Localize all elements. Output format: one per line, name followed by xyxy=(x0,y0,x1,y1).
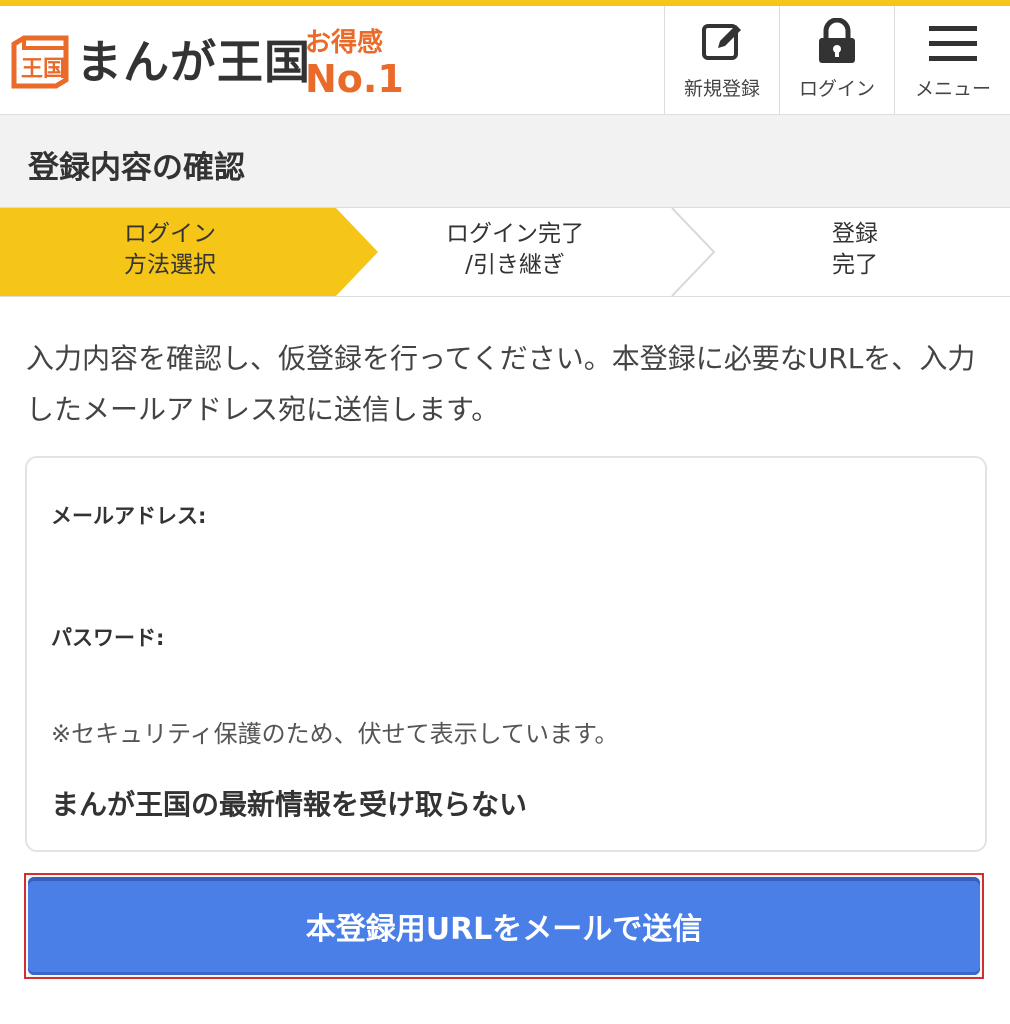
badge-main-text: No.1 xyxy=(305,57,404,101)
svg-text:王国: 王国 xyxy=(21,57,65,82)
confirmation-card: メールアドレス: パスワード: ※セキュリティ保護のため、伏せて表示しています。… xyxy=(25,456,987,852)
lock-icon xyxy=(819,18,855,63)
step-3-line2: 完了 xyxy=(832,252,878,278)
security-note: ※セキュリティ保護のため、伏せて表示しています。 xyxy=(51,720,619,748)
step-1-line2: 方法選択 xyxy=(124,252,216,278)
step-2-line1: ログイン完了 xyxy=(446,221,584,247)
newsletter-optout-text: まんが王国の最新情報を受け取らない xyxy=(51,788,528,821)
badge-top-text: お得感 xyxy=(305,28,384,58)
step-2-line2: /引き継ぎ xyxy=(465,252,565,278)
page-title: 登録内容の確認 xyxy=(28,150,245,186)
nav-register-label: 新規登録 xyxy=(683,78,760,100)
send-registration-url-button[interactable]: 本登録用URLをメールで送信 xyxy=(28,877,980,975)
logo-text: まんが王国 xyxy=(76,35,311,89)
intro-text: 入力内容を確認し、仮登録を行ってください。本登録に必要なURLを、入力したメール… xyxy=(26,342,976,426)
nav-menu-label: メニュー xyxy=(914,78,991,100)
send-registration-url-button-frame[interactable]: 本登録用URLをメールで送信 xyxy=(24,873,984,979)
nav-register-button[interactable]: 新規登録 xyxy=(664,6,779,114)
logo-mark-icon: 王国 xyxy=(11,35,69,89)
step-3: 登録 完了 xyxy=(760,219,950,281)
hamburger-icon xyxy=(929,26,977,61)
step-3-line1: 登録 xyxy=(832,221,878,247)
step-2: ログイン完了 /引き継ぎ xyxy=(400,219,630,281)
promo-badge: お得感 No.1 xyxy=(305,28,405,106)
step-1-line1: ログイン xyxy=(124,221,216,247)
nav-menu-button[interactable]: メニュー xyxy=(894,6,1010,114)
step-divider xyxy=(671,208,716,296)
email-label: メールアドレス: xyxy=(51,504,207,528)
nav-login-label: ログイン xyxy=(798,78,875,100)
password-label: パスワード: xyxy=(51,626,165,650)
site-logo[interactable]: 王国 まんが王国 xyxy=(10,32,311,92)
nav-login-button[interactable]: ログイン xyxy=(779,6,894,114)
edit-icon xyxy=(702,24,741,60)
progress-steps: ログイン 方法選択 ログイン完了 /引き継ぎ 登録 完了 xyxy=(0,208,1010,297)
step-1: ログイン 方法選択 xyxy=(80,219,260,281)
page-title-bar: 登録内容の確認 xyxy=(0,115,1010,208)
